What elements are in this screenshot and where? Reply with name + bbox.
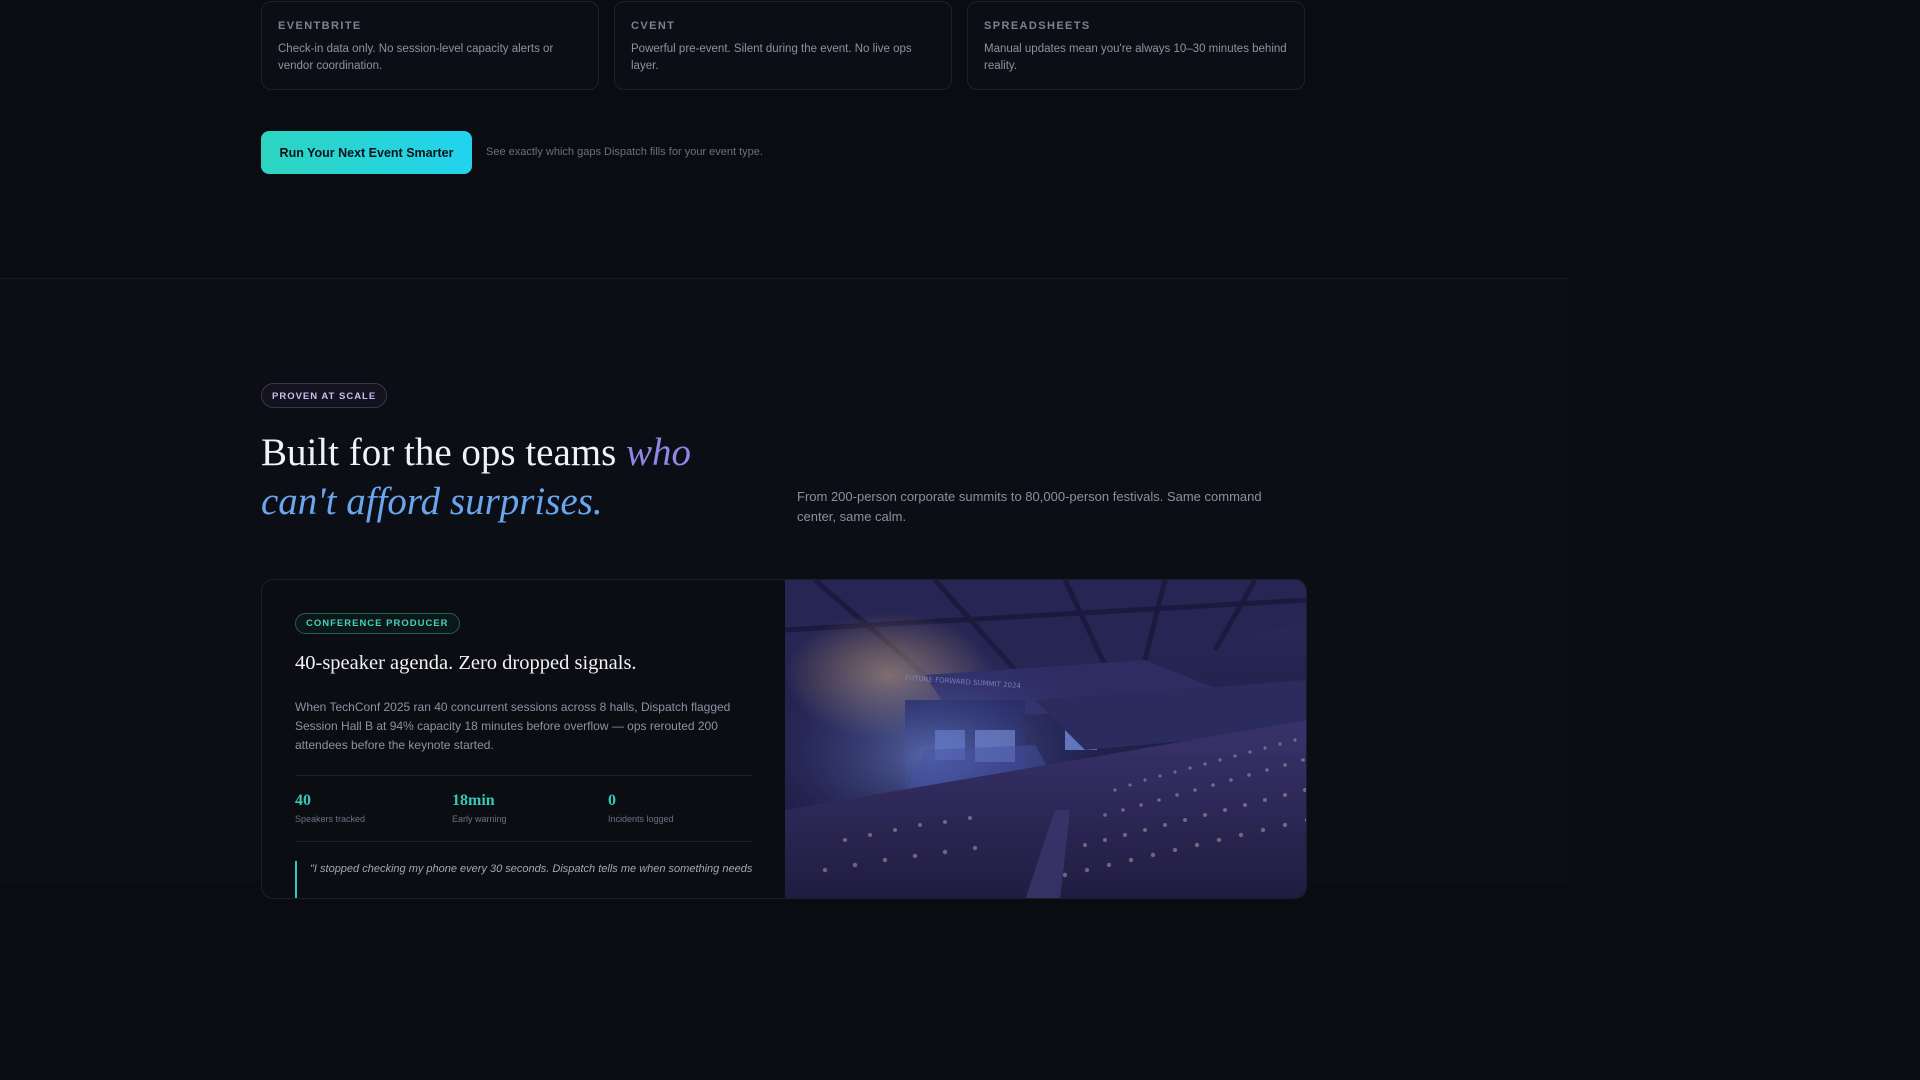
comparison-card-spreadsheets: SPREADSHEETS Manual updates mean you're … [967, 1, 1305, 90]
conference-hall-photo: FUTURE FORWARD SUMMIT 2024 [785, 580, 1306, 898]
cta-note: See exactly which gaps Dispatch fills fo… [486, 146, 763, 158]
section-headline: Built for the ops teams who can't afford … [261, 428, 781, 526]
comparison-card-label: CVENT [631, 20, 676, 32]
stat-label: Early warning [452, 814, 507, 824]
stat-incidents-logged: 0 Incidents logged [608, 792, 674, 824]
case-study-content: CONFERENCE PRODUCER 40-speaker agenda. Z… [262, 580, 785, 898]
headline-accent-line-2: can't afford surprises. [261, 480, 603, 523]
run-next-event-button[interactable]: Run Your Next Event Smarter [261, 131, 472, 174]
comparison-card-eventbrite: EVENTBRITE Check-in data only. No sessio… [261, 1, 599, 90]
stat-value: 18min [452, 792, 495, 809]
comparison-card-cvent: CVENT Powerful pre-event. Silent during … [614, 1, 952, 90]
case-study-body: When TechConf 2025 ran 40 concurrent ses… [295, 700, 731, 752]
stat-value: 40 [295, 792, 311, 809]
headline-plain: Built for the ops teams [261, 431, 627, 474]
conference-hall-illustration: FUTURE FORWARD SUMMIT 2024 [785, 580, 1306, 898]
stat-label: Incidents logged [608, 814, 674, 824]
comparison-section: EVENTBRITE Check-in data only. No sessio… [0, 0, 1568, 279]
comparison-card-label: SPREADSHEETS [984, 20, 1091, 32]
case-study-card: CONFERENCE PRODUCER 40-speaker agenda. Z… [261, 579, 1307, 899]
comparison-card-label: EVENTBRITE [278, 20, 362, 32]
case-study-title: 40-speaker agenda. Zero dropped signals. [295, 652, 637, 674]
comparison-card-description: Manual updates mean you're always 10–30 … [984, 43, 1287, 72]
stat-label: Speakers tracked [295, 814, 366, 824]
role-badge: CONFERENCE PRODUCER [295, 613, 460, 634]
stat-early-warning: 18min Early warning [452, 792, 507, 824]
proven-at-scale-badge: PROVEN AT SCALE [261, 383, 388, 408]
stat-value: 0 [608, 792, 616, 809]
comparison-card-description: Powerful pre-event. Silent during the ev… [631, 43, 912, 72]
stats-row: 40 Speakers tracked 18min Early warning … [295, 775, 752, 842]
comparison-card-description: Check-in data only. No session-level cap… [278, 43, 554, 72]
section-description: From 200-person corporate summits to 80,… [797, 489, 1262, 524]
stat-speakers-tracked: 40 Speakers tracked [295, 792, 365, 824]
headline-accent: who [626, 431, 692, 474]
testimonial-quote: "I stopped checking my phone every 30 se… [295, 861, 760, 898]
